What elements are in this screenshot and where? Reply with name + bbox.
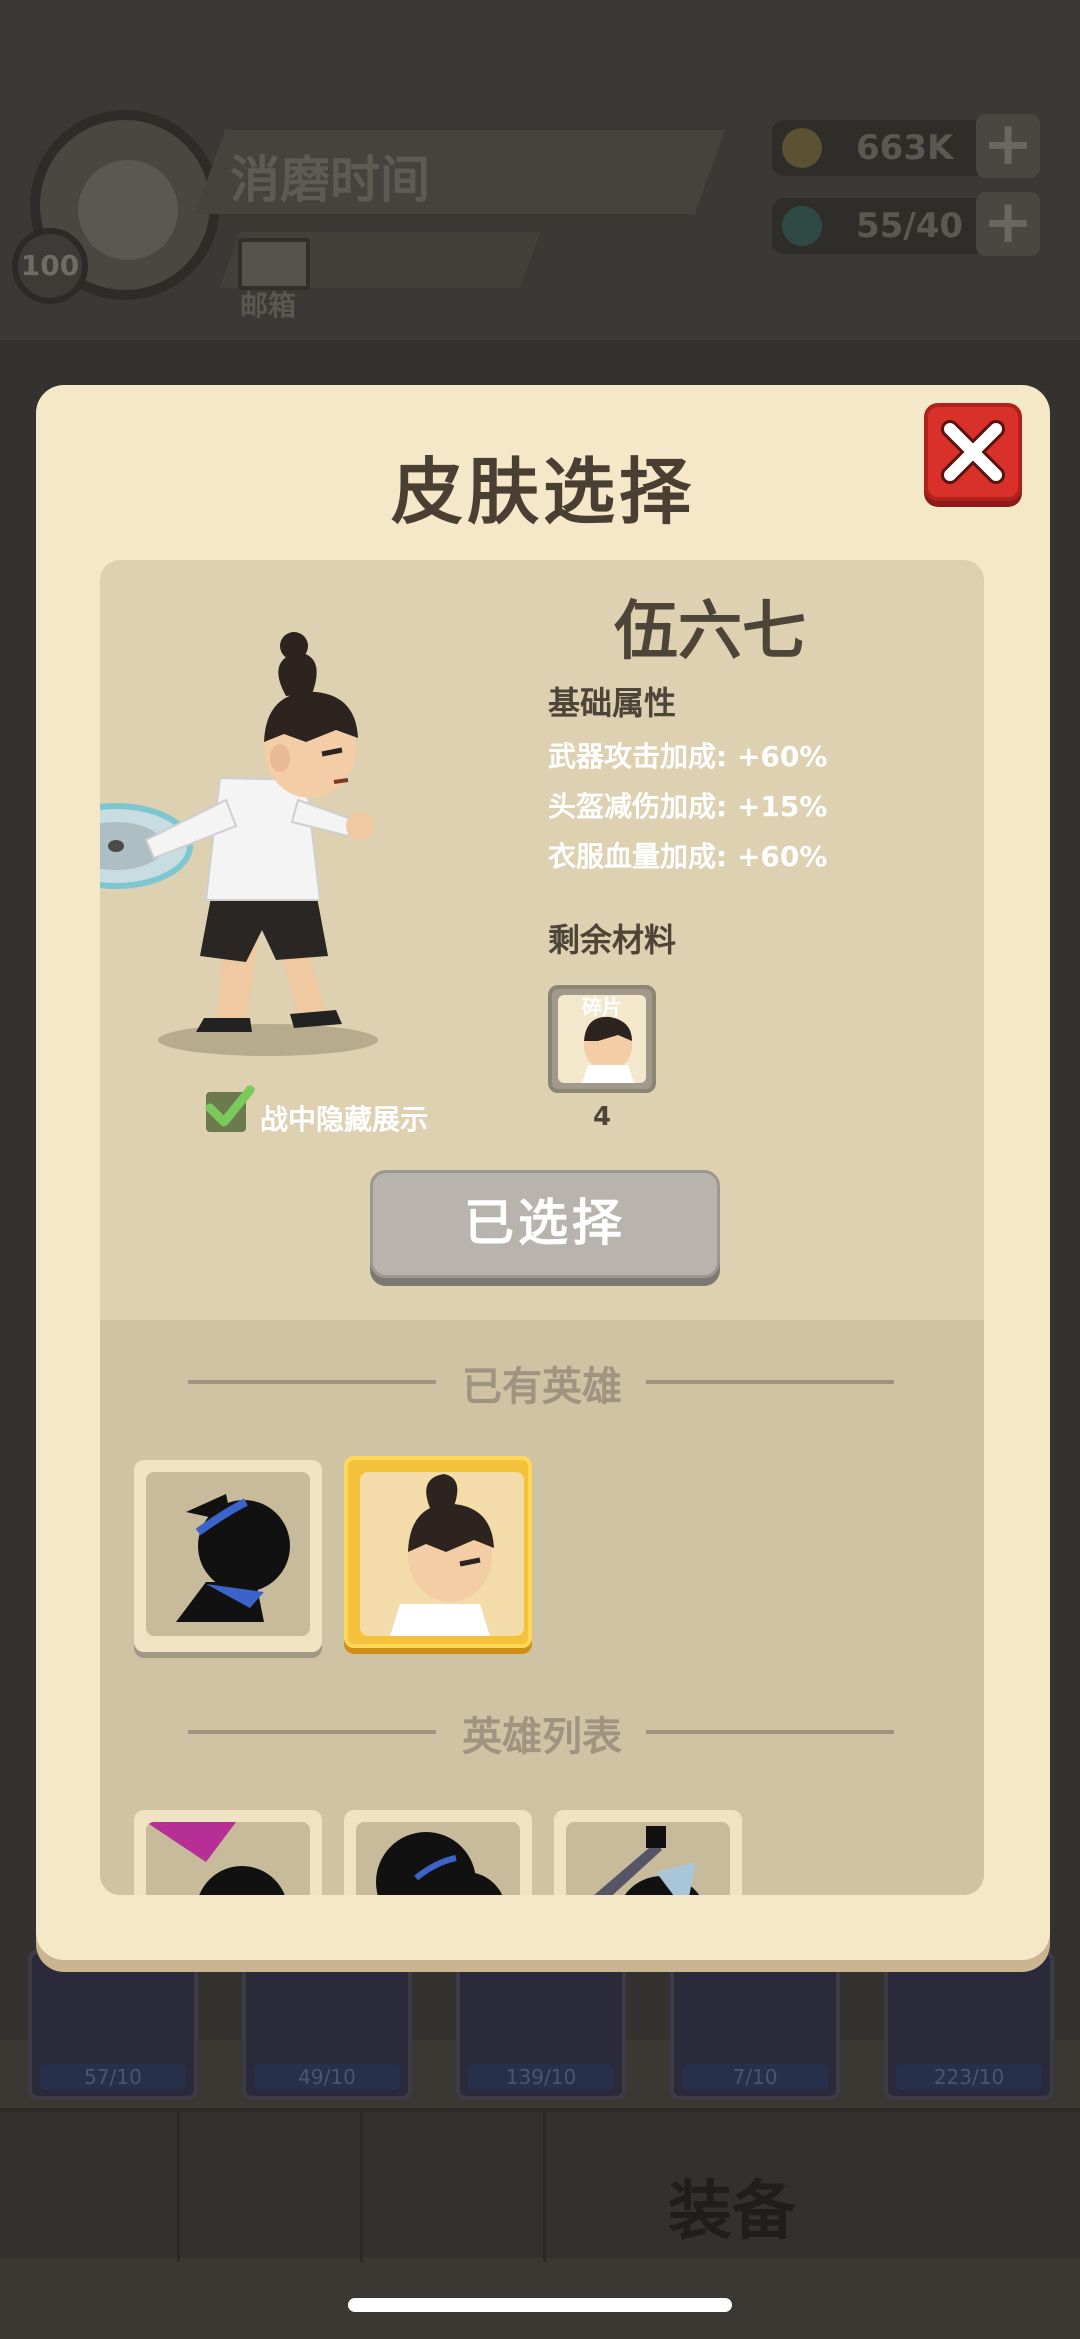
attributes-title: 基础属性 — [548, 684, 677, 722]
nav-train-tab — [183, 2112, 363, 2262]
gold-coin-icon — [782, 128, 822, 168]
hero-list-card[interactable] — [134, 1810, 322, 1895]
add-gold-button: + — [976, 114, 1040, 178]
equipment-card: 7/10 — [670, 1950, 840, 2100]
attribute-armor: 衣服血量加成: +60% — [548, 840, 828, 873]
attribute-weapon: 武器攻击加成: +60% — [548, 740, 828, 773]
hero-list-card[interactable] — [554, 1810, 742, 1895]
silhouette-hero-icon — [176, 1494, 290, 1622]
swordsman-hero-icon — [594, 1826, 700, 1895]
player-level-badge: 100 — [12, 228, 88, 304]
hero-list-header: 英雄列表 — [100, 1700, 984, 1760]
skin-select-dialog: 皮肤选择 伍六七 基础属性 武器攻击加成: +60% 头盔减伤加成: +15% … — [36, 385, 1050, 1960]
fragment-item[interactable]: 碎片 — [548, 985, 656, 1093]
mail-label: 邮箱 — [240, 289, 297, 322]
gem-counter: 55/40 + — [772, 192, 1040, 256]
equipment-card: 57/10 — [28, 1950, 198, 2100]
game-screen: 100 消磨时间 邮箱 663K + 55/40 + 57/10 49/10 1… — [0, 0, 1080, 2339]
equipment-card-row: 57/10 49/10 139/10 7/10 223/10 — [0, 1950, 1080, 2110]
mail-icon — [238, 238, 310, 290]
fragment-label: 碎片 — [582, 995, 622, 1019]
nav-battle-tab — [366, 2112, 546, 2262]
hero-list-title: 英雄列表 — [462, 1714, 622, 1760]
add-gem-button: + — [976, 192, 1040, 256]
checkmark-icon — [205, 1085, 255, 1127]
dialog-title: 皮肤选择 — [390, 450, 695, 534]
owned-hero-card[interactable] — [134, 1460, 322, 1652]
selected-button-label: 已选择 — [464, 1194, 626, 1252]
bottom-nav: 装备 — [0, 2108, 1080, 2262]
hero-illustration — [100, 632, 378, 1056]
fragment-count: 4 — [592, 1102, 612, 1132]
gold-counter: 663K + — [772, 114, 1040, 178]
equipment-card: 139/10 — [456, 1950, 626, 2100]
owned-heroes-title: 已有英雄 — [462, 1364, 622, 1410]
silhouette-hero-icon — [376, 1832, 503, 1895]
owned-heroes-header: 已有英雄 — [100, 1350, 984, 1410]
gold-value: 663K — [856, 128, 954, 168]
wuliuqi-hero-icon — [390, 1474, 494, 1636]
hide-in-battle-label: 战中隐藏展示 — [260, 1103, 429, 1136]
attribute-helmet: 头盔减伤加成: +15% — [548, 790, 828, 823]
materials-title: 剩余材料 — [548, 921, 677, 959]
gem-value: 55/40 — [856, 206, 964, 246]
hide-in-battle-checkbox[interactable] — [205, 1085, 255, 1132]
skin-detail-panel: 伍六七 基础属性 武器攻击加成: +60% 头盔减伤加成: +15% 衣服血量加… — [100, 560, 984, 1895]
home-indicator — [348, 2298, 732, 2312]
nav-equip-label: 装备 — [668, 2175, 796, 2249]
close-button[interactable] — [924, 403, 1022, 501]
owned-hero-card-selected[interactable] — [344, 1456, 532, 1648]
player-name: 消磨时间 — [230, 151, 430, 209]
hero-name: 伍六七 — [614, 595, 806, 669]
hero-list-card[interactable] — [344, 1810, 532, 1895]
equipment-card: 49/10 — [242, 1950, 412, 2100]
equipment-card: 223/10 — [884, 1950, 1054, 2100]
gem-icon — [782, 206, 822, 246]
nav-task-tab — [0, 2112, 180, 2262]
close-icon — [941, 420, 1005, 484]
selected-button[interactable]: 已选择 — [370, 1170, 720, 1278]
umbrella-hero-icon — [146, 1822, 285, 1895]
